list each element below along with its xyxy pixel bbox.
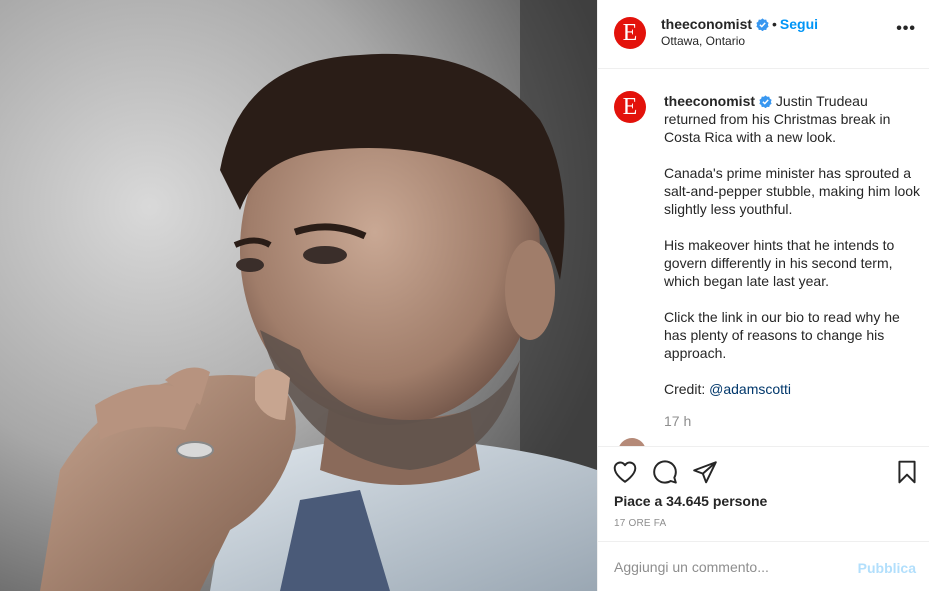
publish-button[interactable]: Pubblica <box>858 560 916 576</box>
credit-prefix: Credit: <box>664 381 710 397</box>
post-panel: E theeconomist • Segui Ottawa, Ontario •••… <box>597 0 929 591</box>
caption-paragraph-2: Canada's prime minister has sprouted a s… <box>664 165 921 217</box>
verified-badge-icon <box>756 18 769 31</box>
add-comment-bar: Pubblica <box>598 541 929 591</box>
post-date[interactable]: 17 ORE FA <box>614 518 666 529</box>
save-bookmark-icon[interactable] <box>894 459 920 485</box>
share-paper-plane-icon[interactable] <box>692 459 718 485</box>
location-link[interactable]: Ottawa, Ontario <box>661 34 745 48</box>
verified-badge-icon <box>759 95 772 108</box>
comment-avatar[interactable] <box>618 438 646 446</box>
header-username-link[interactable]: theeconomist <box>661 16 752 32</box>
post-photo[interactable] <box>0 0 597 591</box>
comment-input[interactable] <box>614 556 854 578</box>
comments-scroll-area[interactable]: E theeconomist Justin Trudeau returned f… <box>598 69 929 446</box>
comment-bubble-icon[interactable] <box>652 459 678 485</box>
caption-paragraph-1: theeconomist Justin Trudeau returned fro… <box>664 92 922 146</box>
caption-username-link[interactable]: theeconomist <box>664 93 755 109</box>
credit-handle-link[interactable]: @adamscotti <box>709 381 791 397</box>
follow-button[interactable]: Segui <box>780 16 818 32</box>
header-account-line: theeconomist • Segui <box>661 16 818 32</box>
caption-timestamp: 17 h <box>664 413 692 429</box>
post-caption: theeconomist Justin Trudeau returned fro… <box>664 92 922 416</box>
likes-count[interactable]: Piace a 34.645 persone <box>614 493 767 509</box>
caption-credit: Credit: @adamscotti <box>664 380 922 398</box>
portrait-image <box>0 0 597 591</box>
header-separator: • <box>772 16 777 32</box>
like-heart-icon[interactable] <box>612 459 638 485</box>
caption-paragraph-4: Click the link in our bio to read why he… <box>664 309 900 361</box>
profile-avatar[interactable]: E <box>614 17 646 49</box>
post-header: E theeconomist • Segui Ottawa, Ontario ••• <box>598 0 929 69</box>
post-actions: Piace a 34.645 persone 17 ORE FA <box>598 446 929 541</box>
caption-paragraph-3: His makeover hints that he intends to go… <box>664 237 895 289</box>
caption-avatar[interactable]: E <box>614 91 646 123</box>
more-options-icon[interactable]: ••• <box>896 20 916 38</box>
